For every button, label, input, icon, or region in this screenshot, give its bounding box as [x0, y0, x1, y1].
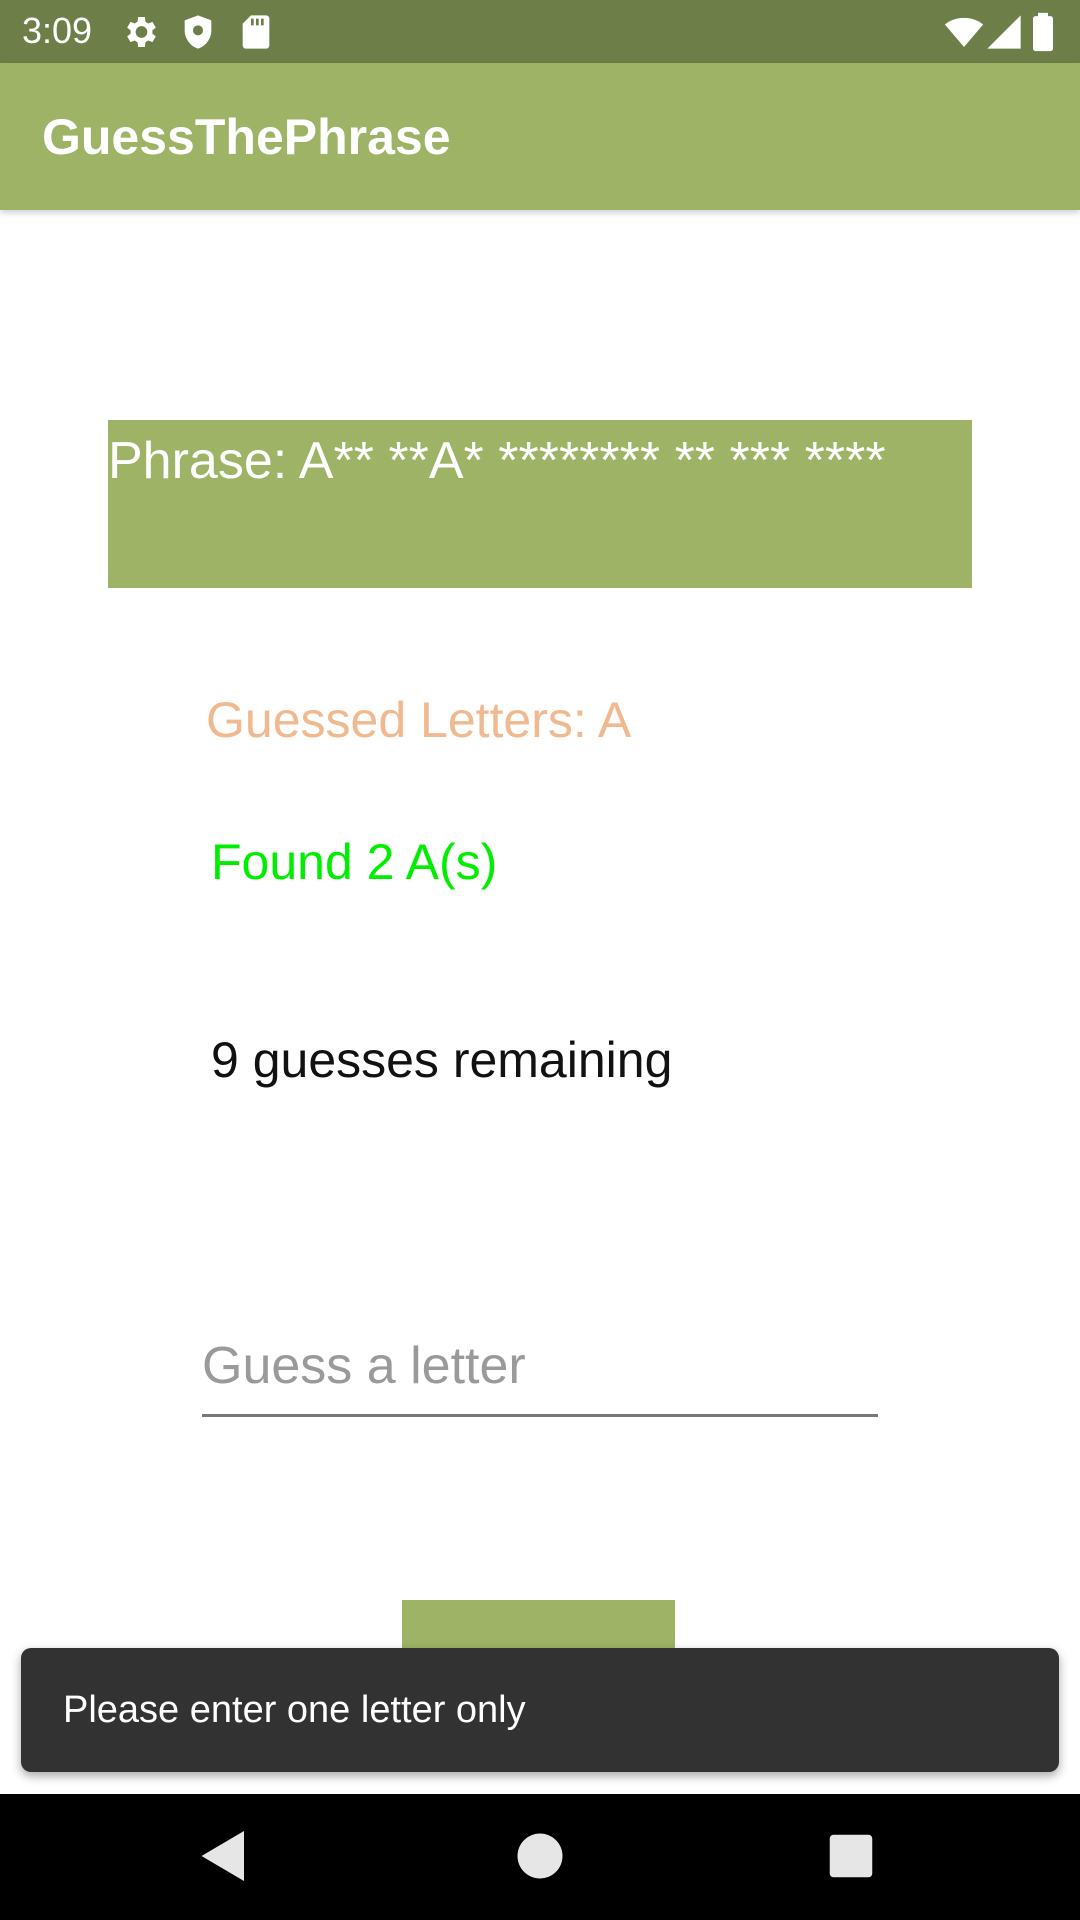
guessed-letters-label: Guessed Letters: A: [206, 692, 632, 748]
battery-icon: [1028, 12, 1058, 52]
gear-icon: [120, 12, 160, 52]
shield-icon: [178, 12, 218, 52]
guesses-remaining-label: 9 guesses remaining: [211, 1032, 673, 1088]
phrase-text: Phrase: A** **A* ******** ** *** ****: [108, 432, 886, 490]
found-message: Found 2 A(s): [211, 834, 498, 890]
wifi-icon: [944, 12, 984, 52]
home-icon[interactable]: [510, 1826, 570, 1886]
navigation-bar: [0, 1794, 1080, 1920]
status-time: 3:09: [22, 10, 93, 51]
snackbar-message: Please enter one letter only: [63, 1689, 526, 1731]
guess-letter-input[interactable]: [202, 1318, 878, 1417]
snackbar: Please enter one letter only: [21, 1648, 1059, 1772]
app-bar: GuessThePhrase: [0, 63, 1080, 210]
screen: 3:09 GuessThePhrase Phrase: A** **A* ***…: [0, 0, 1080, 1920]
app-title: GuessThePhrase: [42, 109, 451, 165]
cell-signal-icon: [984, 12, 1024, 52]
phrase-box: Phrase: A** **A* ******** ** *** ****: [108, 420, 972, 588]
status-bar: 3:09: [0, 0, 1080, 63]
recents-icon[interactable]: [821, 1826, 881, 1886]
sd-card-icon: [236, 12, 276, 52]
back-icon[interactable]: [194, 1826, 254, 1886]
